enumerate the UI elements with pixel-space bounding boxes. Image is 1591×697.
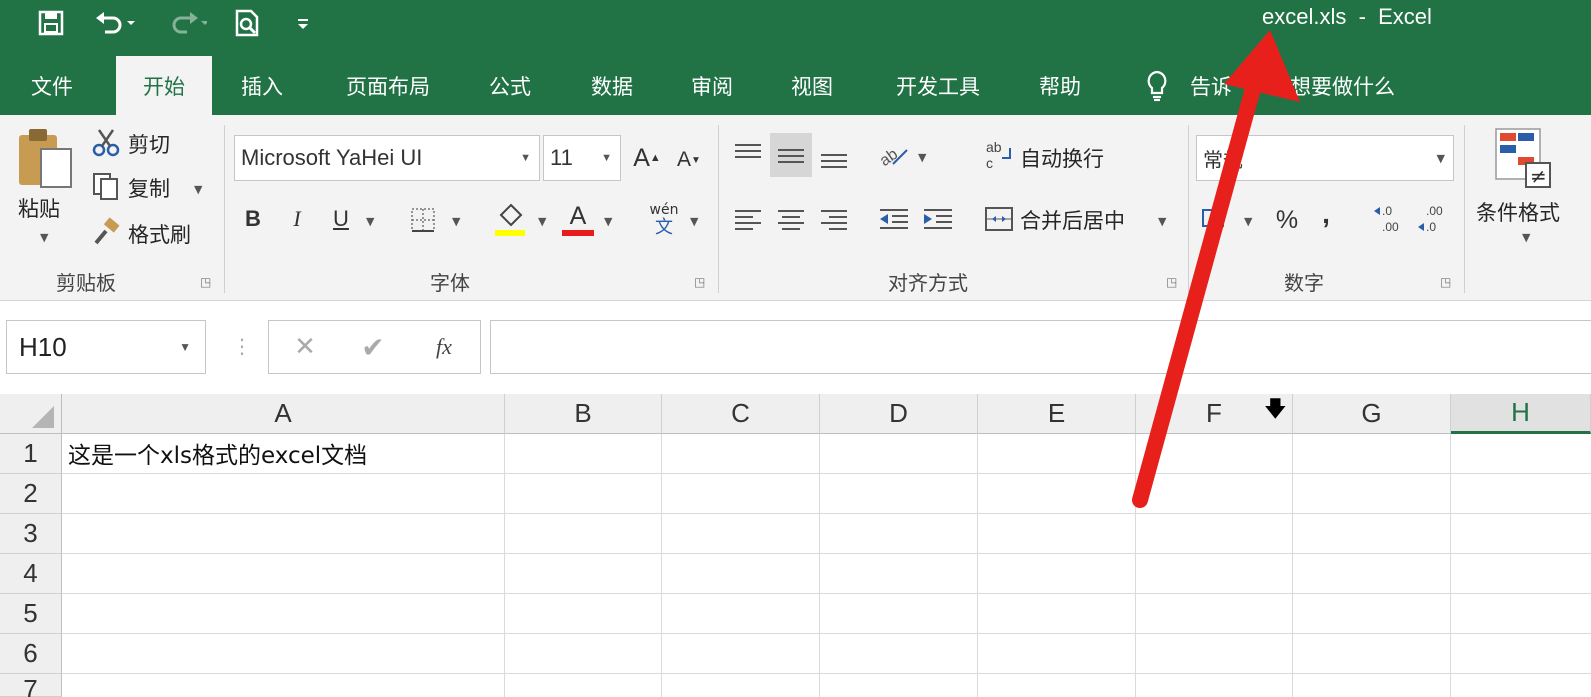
annotation-arrow-icon <box>1132 30 1300 508</box>
